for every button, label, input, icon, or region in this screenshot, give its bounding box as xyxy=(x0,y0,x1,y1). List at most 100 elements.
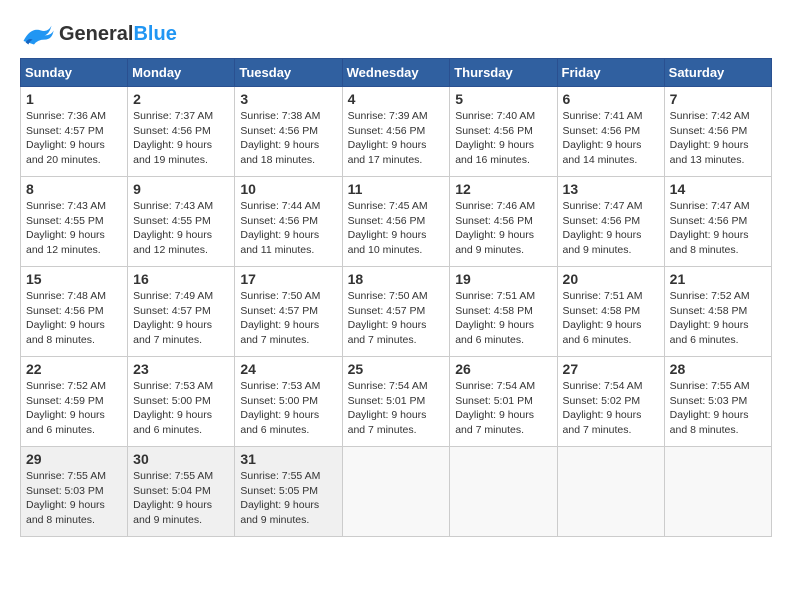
calendar-cell: 27 Sunrise: 7:54 AMSunset: 5:02 PMDayligh… xyxy=(557,357,664,447)
calendar-cell: 8 Sunrise: 7:43 AMSunset: 4:55 PMDaylight… xyxy=(21,177,128,267)
day-info: Sunrise: 7:52 AMSunset: 4:59 PMDaylight:… xyxy=(26,379,122,438)
day-info: Sunrise: 7:40 AMSunset: 4:56 PMDaylight:… xyxy=(455,109,551,168)
day-number: 19 xyxy=(455,271,551,287)
calendar-cell: 20Sunrise: 7:51 AMSunset: 4:58 PMDayligh… xyxy=(557,267,664,357)
calendar-cell: 11 Sunrise: 7:45 AMSunset: 4:56 PMDayligh… xyxy=(342,177,450,267)
calendar-cell: 15 Sunrise: 7:48 AMSunset: 4:56 PMDayligh… xyxy=(21,267,128,357)
calendar-cell: 4 Sunrise: 7:39 AMSunset: 4:56 PMDaylight… xyxy=(342,87,450,177)
calendar-table: SundayMondayTuesdayWednesdayThursdayFrid… xyxy=(20,58,772,537)
day-info: Sunrise: 7:45 AMSunset: 4:56 PMDaylight:… xyxy=(348,199,445,258)
calendar-cell xyxy=(664,447,771,537)
day-info: Sunrise: 7:54 AMSunset: 5:02 PMDaylight:… xyxy=(563,379,659,438)
day-info: Sunrise: 7:46 AMSunset: 4:56 PMDaylight:… xyxy=(455,199,551,258)
calendar-cell: 16Sunrise: 7:49 AMSunset: 4:57 PMDayligh… xyxy=(128,267,235,357)
day-number: 30 xyxy=(133,451,229,467)
day-number: 10 xyxy=(240,181,336,197)
calendar-cell: 2Sunrise: 7:37 AMSunset: 4:56 PMDaylight… xyxy=(128,87,235,177)
day-info: Sunrise: 7:43 AMSunset: 4:55 PMDaylight:… xyxy=(133,199,229,258)
day-info: Sunrise: 7:55 AMSunset: 5:03 PMDaylight:… xyxy=(26,469,122,528)
calendar-cell: 23 Sunrise: 7:53 AMSunset: 5:00 PMDayligh… xyxy=(128,357,235,447)
week-row-1: 1Sunrise: 7:36 AMSunset: 4:57 PMDaylight… xyxy=(21,87,772,177)
weekday-header-saturday: Saturday xyxy=(664,59,771,87)
day-info: Sunrise: 7:42 AMSunset: 4:56 PMDaylight:… xyxy=(670,109,766,168)
calendar-cell: 12 Sunrise: 7:46 AMSunset: 4:56 PMDayligh… xyxy=(450,177,557,267)
day-info: Sunrise: 7:50 AMSunset: 4:57 PMDaylight:… xyxy=(348,289,445,348)
day-number: 27 xyxy=(563,361,659,377)
calendar-cell: 18 Sunrise: 7:50 AMSunset: 4:57 PMDayligh… xyxy=(342,267,450,357)
day-number: 4 xyxy=(348,91,445,107)
calendar-cell: 31 Sunrise: 7:55 AMSunset: 5:05 PMDayligh… xyxy=(235,447,342,537)
day-info: Sunrise: 7:52 AMSunset: 4:58 PMDaylight:… xyxy=(670,289,766,348)
day-number: 17 xyxy=(240,271,336,287)
calendar-cell xyxy=(557,447,664,537)
calendar-cell: 21 Sunrise: 7:52 AMSunset: 4:58 PMDayligh… xyxy=(664,267,771,357)
day-info: Sunrise: 7:55 AMSunset: 5:05 PMDaylight:… xyxy=(240,469,336,528)
calendar-cell: 3 Sunrise: 7:38 AMSunset: 4:56 PMDaylight… xyxy=(235,87,342,177)
day-number: 1 xyxy=(26,91,122,107)
day-info: Sunrise: 7:48 AMSunset: 4:56 PMDaylight:… xyxy=(26,289,122,348)
day-number: 14 xyxy=(670,181,766,197)
calendar-cell: 25 Sunrise: 7:54 AMSunset: 5:01 PMDayligh… xyxy=(342,357,450,447)
day-number: 25 xyxy=(348,361,445,377)
weekday-header-row: SundayMondayTuesdayWednesdayThursdayFrid… xyxy=(21,59,772,87)
day-info: Sunrise: 7:39 AMSunset: 4:56 PMDaylight:… xyxy=(348,109,445,168)
day-number: 11 xyxy=(348,181,445,197)
day-number: 23 xyxy=(133,361,229,377)
week-row-4: 22Sunrise: 7:52 AMSunset: 4:59 PMDayligh… xyxy=(21,357,772,447)
day-number: 8 xyxy=(26,181,122,197)
day-number: 6 xyxy=(563,91,659,107)
day-info: Sunrise: 7:53 AMSunset: 5:00 PMDaylight:… xyxy=(240,379,336,438)
day-number: 7 xyxy=(670,91,766,107)
calendar-cell: 19 Sunrise: 7:51 AMSunset: 4:58 PMDayligh… xyxy=(450,267,557,357)
day-number: 2 xyxy=(133,91,229,107)
day-info: Sunrise: 7:50 AMSunset: 4:57 PMDaylight:… xyxy=(240,289,336,348)
day-info: Sunrise: 7:47 AMSunset: 4:56 PMDaylight:… xyxy=(670,199,766,258)
weekday-header-sunday: Sunday xyxy=(21,59,128,87)
weekday-header-friday: Friday xyxy=(557,59,664,87)
calendar-cell xyxy=(450,447,557,537)
logo-icon xyxy=(20,20,55,48)
logo: GeneralBlue xyxy=(20,20,177,48)
weekday-header-monday: Monday xyxy=(128,59,235,87)
day-info: Sunrise: 7:55 AMSunset: 5:03 PMDaylight:… xyxy=(670,379,766,438)
calendar-cell: 7 Sunrise: 7:42 AMSunset: 4:56 PMDaylight… xyxy=(664,87,771,177)
calendar-cell: 14 Sunrise: 7:47 AMSunset: 4:56 PMDayligh… xyxy=(664,177,771,267)
day-info: Sunrise: 7:53 AMSunset: 5:00 PMDaylight:… xyxy=(133,379,229,438)
day-info: Sunrise: 7:41 AMSunset: 4:56 PMDaylight:… xyxy=(563,109,659,168)
logo-text: GeneralBlue xyxy=(59,23,177,46)
day-info: Sunrise: 7:43 AMSunset: 4:55 PMDaylight:… xyxy=(26,199,122,258)
week-row-2: 8 Sunrise: 7:43 AMSunset: 4:55 PMDaylight… xyxy=(21,177,772,267)
calendar-cell: 22Sunrise: 7:52 AMSunset: 4:59 PMDayligh… xyxy=(21,357,128,447)
day-info: Sunrise: 7:54 AMSunset: 5:01 PMDaylight:… xyxy=(348,379,445,438)
day-info: Sunrise: 7:54 AMSunset: 5:01 PMDaylight:… xyxy=(455,379,551,438)
day-number: 21 xyxy=(670,271,766,287)
day-number: 16 xyxy=(133,271,229,287)
calendar-cell: 1Sunrise: 7:36 AMSunset: 4:57 PMDaylight… xyxy=(21,87,128,177)
calendar-cell: 5 Sunrise: 7:40 AMSunset: 4:56 PMDaylight… xyxy=(450,87,557,177)
day-number: 28 xyxy=(670,361,766,377)
calendar-cell: 26Sunrise: 7:54 AMSunset: 5:01 PMDayligh… xyxy=(450,357,557,447)
day-info: Sunrise: 7:51 AMSunset: 4:58 PMDaylight:… xyxy=(455,289,551,348)
calendar-cell: 24Sunrise: 7:53 AMSunset: 5:00 PMDayligh… xyxy=(235,357,342,447)
calendar-cell: 29 Sunrise: 7:55 AMSunset: 5:03 PMDayligh… xyxy=(21,447,128,537)
page-header: GeneralBlue xyxy=(20,20,772,48)
day-number: 18 xyxy=(348,271,445,287)
calendar-cell: 10 Sunrise: 7:44 AMSunset: 4:56 PMDayligh… xyxy=(235,177,342,267)
weekday-header-tuesday: Tuesday xyxy=(235,59,342,87)
day-number: 9 xyxy=(133,181,229,197)
weekday-header-thursday: Thursday xyxy=(450,59,557,87)
day-info: Sunrise: 7:44 AMSunset: 4:56 PMDaylight:… xyxy=(240,199,336,258)
day-number: 3 xyxy=(240,91,336,107)
calendar-cell: 28 Sunrise: 7:55 AMSunset: 5:03 PMDayligh… xyxy=(664,357,771,447)
week-row-3: 15 Sunrise: 7:48 AMSunset: 4:56 PMDayligh… xyxy=(21,267,772,357)
day-number: 15 xyxy=(26,271,122,287)
week-row-5: 29 Sunrise: 7:55 AMSunset: 5:03 PMDayligh… xyxy=(21,447,772,537)
day-number: 5 xyxy=(455,91,551,107)
weekday-header-wednesday: Wednesday xyxy=(342,59,450,87)
day-info: Sunrise: 7:38 AMSunset: 4:56 PMDaylight:… xyxy=(240,109,336,168)
day-number: 31 xyxy=(240,451,336,467)
calendar-cell: 6 Sunrise: 7:41 AMSunset: 4:56 PMDaylight… xyxy=(557,87,664,177)
day-number: 12 xyxy=(455,181,551,197)
day-number: 29 xyxy=(26,451,122,467)
day-number: 13 xyxy=(563,181,659,197)
